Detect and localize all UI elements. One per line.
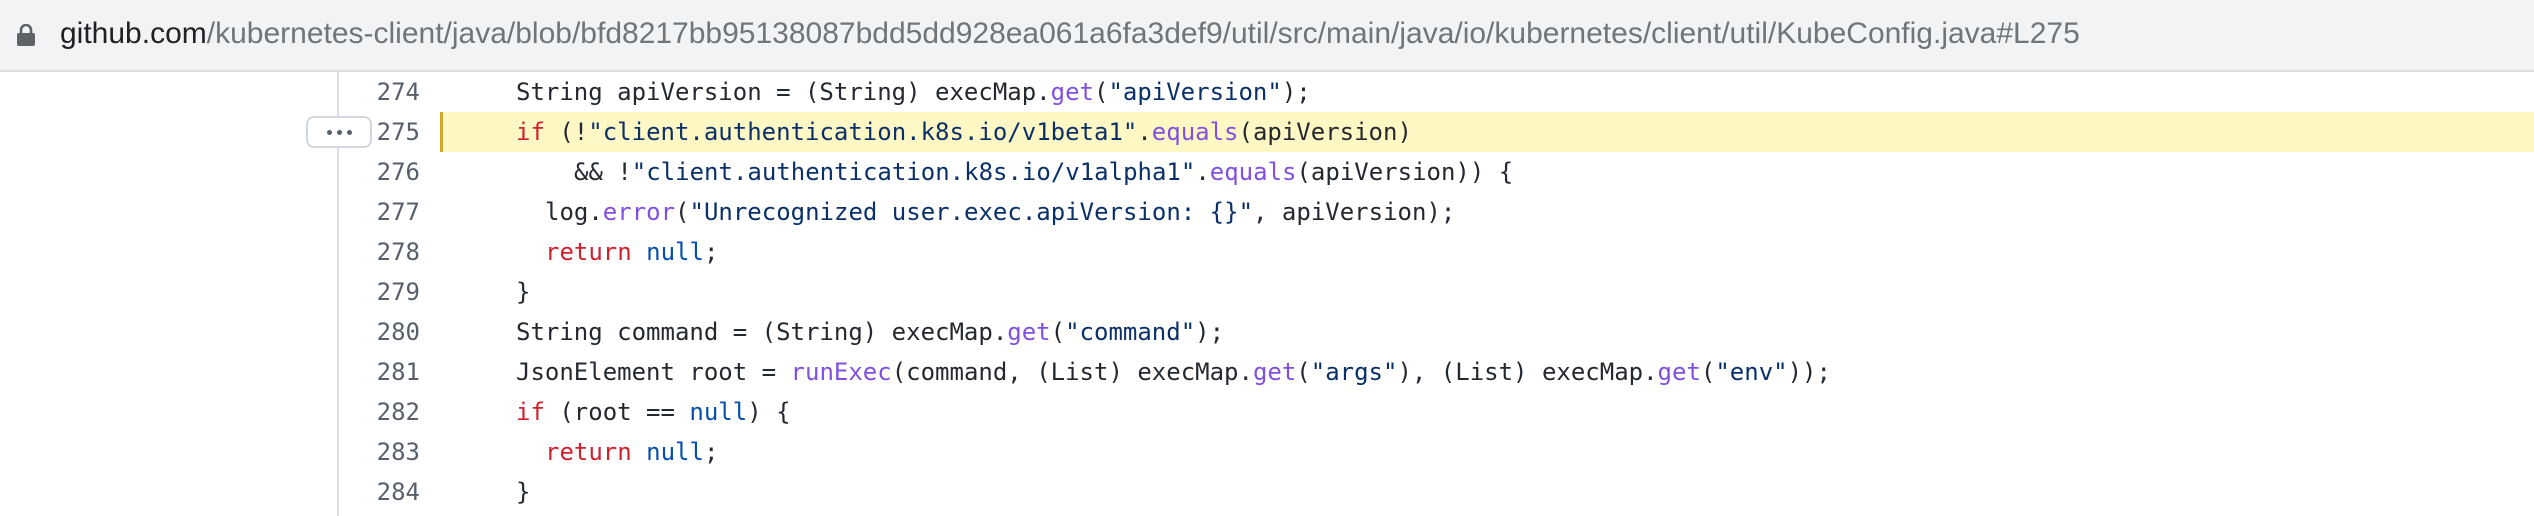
code-view: 274 String apiVersion = (String) execMap… (0, 72, 2534, 516)
code-token: ); (1195, 318, 1225, 346)
code-token: JsonElement root = (516, 358, 791, 386)
code-token: return (545, 238, 632, 266)
code-token: String apiVersion = (String) execMap. (516, 78, 1051, 106)
lock-icon[interactable] (16, 24, 36, 46)
code-token: (apiVersion) (1238, 118, 1412, 146)
code-token: "apiVersion" (1108, 78, 1282, 106)
code-token: get (1657, 358, 1701, 386)
code-token: get (1050, 78, 1094, 106)
code-token: (command, (List) execMap. (891, 358, 1253, 386)
code-token: if (516, 118, 545, 146)
code-token: null (689, 398, 748, 426)
code-token: ( (1700, 358, 1716, 386)
code-line-text: String command = (String) execMap.get("c… (516, 312, 1224, 352)
code-line-284: 284 } (0, 472, 2534, 512)
code-line-text: if (root == null) { (516, 392, 791, 432)
code-line-281: 281 JsonElement root = runExec(command, … (0, 352, 2534, 392)
code-token: return (545, 438, 632, 466)
code-line-277: 277 log.error("Unrecognized user.exec.ap… (0, 192, 2534, 232)
code-line-280: 280 String command = (String) execMap.ge… (0, 312, 2534, 352)
line-number[interactable]: 275 (340, 112, 420, 152)
code-line-282: 282 if (root == null) { (0, 392, 2534, 432)
code-line-text: } (516, 272, 530, 312)
code-token: "command" (1065, 318, 1196, 346)
code-token: (root == (544, 398, 690, 426)
line-number[interactable]: 276 (340, 152, 420, 192)
line-number[interactable]: 274 (340, 72, 420, 112)
line-number[interactable]: 281 (340, 352, 420, 392)
code-token: equals (1209, 158, 1297, 186)
code-token: ( (675, 198, 690, 226)
code-line-text: log.error("Unrecognized user.exec.apiVer… (545, 192, 1455, 232)
code-token: get (1007, 318, 1051, 346)
code-token: "client.authentication.k8s.io/v1alpha1" (631, 158, 1196, 186)
code-line-276: 276 && !"client.authentication.k8s.io/v1… (0, 152, 2534, 192)
code-token: "args" (1310, 358, 1398, 386)
code-token: ; (703, 238, 719, 266)
line-number[interactable]: 284 (340, 472, 420, 512)
line-number[interactable]: 283 (340, 432, 420, 472)
code-line-text: String apiVersion = (String) execMap.get… (516, 72, 1311, 112)
code-token: )); (1787, 358, 1831, 386)
address-bar[interactable]: github.com/kubernetes-client/java/blob/b… (0, 0, 2534, 72)
code-line-275: 275 if (!"client.authentication.k8s.io/v… (0, 112, 2534, 152)
line-number[interactable]: 279 (340, 272, 420, 312)
code-token: ) { (747, 398, 791, 426)
ellipsis-icon (326, 129, 332, 135)
code-token: ; (703, 438, 719, 466)
code-token: get (1252, 358, 1297, 386)
line-highlight-marker (440, 112, 443, 152)
code-line-279: 279 } (0, 272, 2534, 312)
code-line-278: 278 return null; (0, 232, 2534, 272)
code-token: if (516, 398, 545, 426)
code-token: error (602, 198, 676, 226)
url-text[interactable]: github.com/kubernetes-client/java/blob/b… (60, 14, 2080, 54)
code-line-text: if (!"client.authentication.k8s.io/v1bet… (516, 112, 1412, 152)
code-token: String command = (String) execMap. (516, 318, 1008, 346)
code-line-text: } (516, 472, 530, 512)
line-number[interactable]: 278 (340, 232, 420, 272)
code-token: && ! (574, 158, 632, 186)
code-token: ), (List) execMap. (1397, 358, 1658, 386)
code-token: } (516, 278, 531, 306)
code-line-274: 274 String apiVersion = (String) execMap… (0, 72, 2534, 112)
code-token: ( (1050, 318, 1066, 346)
code-token: . (1137, 118, 1152, 146)
code-token: log. (545, 198, 603, 226)
code-token: (! (544, 118, 589, 146)
code-token: "Unrecognized user.exec.apiVersion: {}" (689, 198, 1254, 226)
code-line-text: JsonElement root = runExec(command, (Lis… (516, 352, 1831, 392)
code-line-text: && !"client.authentication.k8s.io/v1alph… (574, 152, 1513, 192)
code-line-text: return null; (545, 432, 718, 472)
code-token: "client.authentication.k8s.io/v1beta1" (588, 118, 1138, 146)
line-number[interactable]: 277 (340, 192, 420, 232)
code-line-text: return null; (545, 232, 718, 272)
url-host: github.com (60, 17, 207, 50)
code-line-283: 283 return null; (0, 432, 2534, 472)
line-number[interactable]: 280 (340, 312, 420, 352)
code-token: ( (1093, 78, 1109, 106)
code-token: equals (1151, 118, 1239, 146)
code-token: } (516, 478, 531, 506)
line-number[interactable]: 282 (340, 392, 420, 432)
url-path: /kubernetes-client/java/blob/bfd8217bb95… (206, 17, 2080, 50)
code-token: null (646, 438, 704, 466)
code-token: null (646, 238, 704, 266)
code-token: , apiVersion); (1253, 198, 1456, 226)
code-token: . (1195, 158, 1210, 186)
code-token: runExec (790, 358, 892, 386)
code-token: ( (1296, 358, 1311, 386)
code-token: ); (1281, 78, 1311, 106)
code-token: "env" (1715, 358, 1788, 386)
code-token: (apiVersion)) { (1296, 158, 1514, 186)
